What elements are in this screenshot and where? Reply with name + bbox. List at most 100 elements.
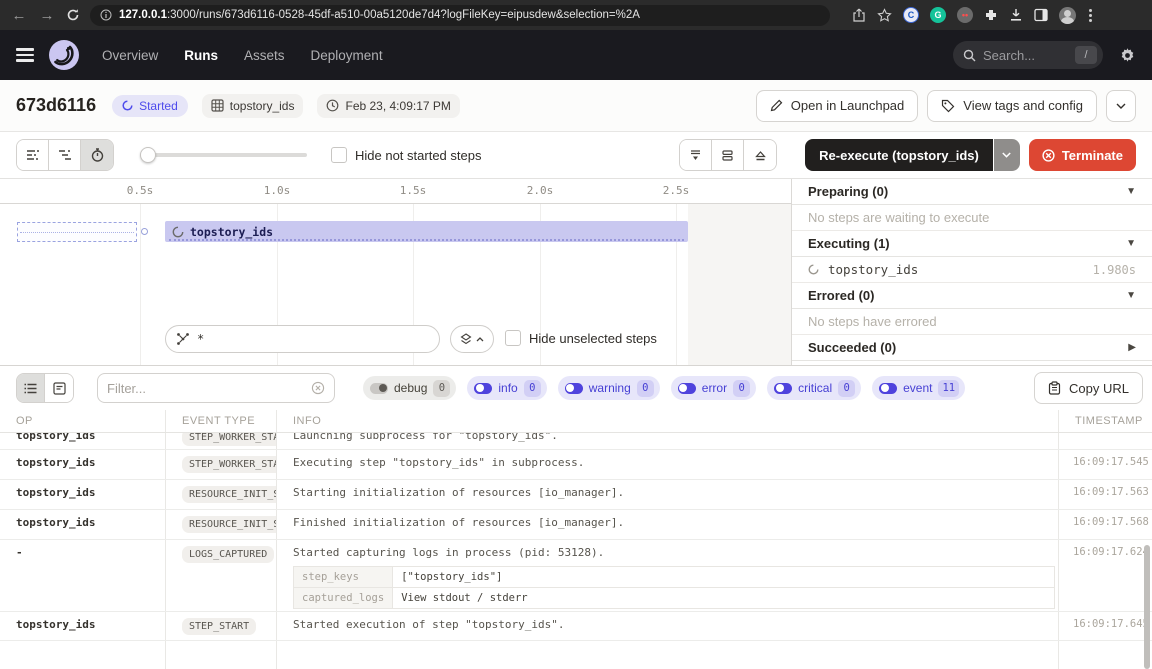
gantt-step-bar[interactable]: topstory_ids: [165, 221, 688, 242]
job-tag[interactable]: topstory_ids: [202, 94, 304, 118]
terminate-button[interactable]: Terminate: [1029, 139, 1136, 171]
nav-menu-icon[interactable]: [16, 48, 34, 62]
waterfall-mode-button[interactable]: [49, 140, 81, 170]
split-panel-button[interactable]: [712, 140, 744, 170]
slider-knob[interactable]: [140, 147, 156, 163]
level-toggle-critical[interactable]: critical 0: [767, 376, 861, 400]
extension-icon-1[interactable]: C: [903, 7, 919, 23]
section-errored[interactable]: Errored (0) ▼: [792, 283, 1152, 309]
side-panel-icon[interactable]: [1034, 8, 1048, 22]
spinner-icon: [172, 226, 184, 238]
hide-unselected-checkbox[interactable]: [505, 330, 521, 346]
share-icon[interactable]: [852, 8, 866, 22]
header-op: OP: [0, 410, 165, 432]
dagster-logo[interactable]: [48, 39, 80, 71]
address-bar[interactable]: 127.0.0.1:3000/runs/673d6116-0528-45df-a…: [90, 5, 830, 26]
axis-tick: 1.5s: [391, 184, 435, 197]
expand-panel-button[interactable]: [744, 140, 776, 170]
timestamp-cell: 16:09:17.568: [1058, 510, 1152, 539]
extension-grammarly-icon[interactable]: G: [930, 7, 946, 23]
copy-url-button[interactable]: Copy URL: [1034, 372, 1143, 404]
browser-forward-icon[interactable]: →: [38, 7, 56, 24]
log-filter-input[interactable]: [107, 381, 305, 396]
gantt-zoom-slider[interactable]: [140, 147, 307, 163]
gantt-footer: Hide unselected steps: [0, 325, 791, 355]
level-label: error: [702, 381, 727, 395]
nav-link-overview[interactable]: Overview: [102, 48, 158, 63]
nav-link-runs[interactable]: Runs: [184, 48, 218, 63]
info-cell: Started capturing logs in process (pid: …: [293, 546, 604, 559]
chevron-up-icon: [476, 337, 484, 342]
section-succeeded[interactable]: Succeeded (0) ▶: [792, 335, 1152, 361]
gantt-time-axis: 0.5s 1.0s 1.5s 2.0s 2.5s: [0, 179, 791, 204]
collapse-panel-button[interactable]: [680, 140, 712, 170]
hide-not-started-checkbox[interactable]: [331, 147, 347, 163]
site-info-icon[interactable]: [100, 9, 112, 21]
caret-down-icon: ▼: [1126, 290, 1136, 301]
extensions-puzzle-icon[interactable]: [984, 8, 998, 22]
view-tags-config-button[interactable]: View tags and config: [927, 90, 1097, 122]
panel-layout-segment: [679, 139, 777, 171]
url-text: 127.0.0.1:3000/runs/673d6116-0528-45df-a…: [119, 9, 640, 21]
log-list-view-button[interactable]: [17, 374, 45, 402]
info-cell: Starting initialization of resources [io…: [276, 480, 1058, 509]
view-stdout-stderr-link[interactable]: View stdout / stderr: [393, 588, 1055, 609]
re-execute-dropdown-button[interactable]: [994, 139, 1020, 171]
executing-step-row[interactable]: topstory_ids 1.980s: [792, 257, 1152, 283]
run-content: 0.5s 1.0s 1.5s 2.0s 2.5s topstory_ids: [0, 178, 1152, 366]
level-toggle-error[interactable]: error 0: [671, 376, 756, 400]
log-row-clipped[interactable]: topstory_ids STEP_WORKER_STARTI… Launchi…: [0, 433, 1152, 450]
log-filter-field[interactable]: [97, 373, 335, 403]
op-selector-input[interactable]: [165, 325, 440, 353]
level-toggle-event[interactable]: event 11: [872, 376, 965, 400]
section-preparing[interactable]: Preparing (0) ▼: [792, 179, 1152, 205]
browser-reload-icon[interactable]: [66, 8, 80, 22]
global-search[interactable]: Search... /: [953, 41, 1103, 69]
graph-query-toggle-button[interactable]: [450, 325, 494, 353]
event-type-badge: RESOURCE_INIT_STAR…: [182, 486, 276, 503]
log-structured-view-button[interactable]: [45, 374, 73, 402]
clear-filter-icon[interactable]: [311, 381, 325, 395]
log-row[interactable]: topstory_ids RESOURCE_INIT_STAR… Startin…: [0, 480, 1152, 510]
nav-link-assets[interactable]: Assets: [244, 48, 285, 63]
settings-gear-icon[interactable]: [1119, 47, 1136, 64]
log-row[interactable]: topstory_ids RESOURCE_INIT_SUCC… Finishe…: [0, 510, 1152, 540]
browser-back-icon[interactable]: ←: [10, 7, 28, 24]
nav-link-deployment[interactable]: Deployment: [311, 48, 383, 63]
run-header: 673d6116 Started topstory_ids Feb 23, 4:…: [0, 80, 1152, 132]
log-row-logs-captured[interactable]: - LOGS_CAPTURED Started capturing logs i…: [0, 540, 1152, 612]
level-toggle-info[interactable]: info 0: [467, 376, 546, 400]
run-actions-chevron-button[interactable]: [1106, 90, 1136, 122]
browser-menu-icon[interactable]: [1087, 7, 1094, 24]
op-selector-value[interactable]: [197, 332, 429, 346]
hide-unselected-checkbox-row[interactable]: Hide unselected steps: [505, 330, 657, 346]
gantt-mode-segment: [16, 139, 114, 171]
op-graph-icon: [176, 332, 190, 346]
toggle-icon: [774, 383, 792, 394]
re-execute-button[interactable]: Re-execute (topstory_ids): [805, 139, 993, 171]
scrollbar-thumb[interactable]: [1144, 545, 1150, 669]
downloads-icon[interactable]: [1009, 8, 1023, 22]
section-executing[interactable]: Executing (1) ▼: [792, 231, 1152, 257]
timed-mode-button[interactable]: [81, 140, 113, 170]
errored-empty-text: No steps have errored: [792, 309, 1152, 335]
log-row[interactable]: topstory_ids STEP_WORKER_STARTED Executi…: [0, 450, 1152, 480]
caret-down-icon: ▼: [1126, 238, 1136, 249]
open-in-launchpad-button[interactable]: Open in Launchpad: [756, 90, 918, 122]
extension-icon-2[interactable]: ••: [957, 7, 973, 23]
bookmark-star-icon[interactable]: [877, 8, 892, 23]
level-toggle-debug[interactable]: debug 0: [363, 376, 456, 400]
header-event-type: EVENT TYPE: [165, 410, 276, 432]
info-cell: Executing step "topstory_ids" in subproc…: [276, 450, 1058, 479]
hide-not-started-checkbox-row[interactable]: Hide not started steps: [331, 147, 481, 163]
chevron-down-icon: [1002, 152, 1011, 158]
clipboard-icon: [1048, 381, 1061, 395]
event-type-badge: STEP_START: [182, 618, 256, 635]
level-toggle-warning[interactable]: warning 0: [558, 376, 660, 400]
spinner-icon: [808, 264, 819, 275]
profile-avatar[interactable]: [1059, 7, 1076, 24]
event-type-badge: LOGS_CAPTURED: [182, 546, 274, 563]
flat-graph-mode-button[interactable]: [17, 140, 49, 170]
level-count: 0: [733, 380, 750, 397]
log-row[interactable]: topstory_ids STEP_START Started executio…: [0, 612, 1152, 641]
